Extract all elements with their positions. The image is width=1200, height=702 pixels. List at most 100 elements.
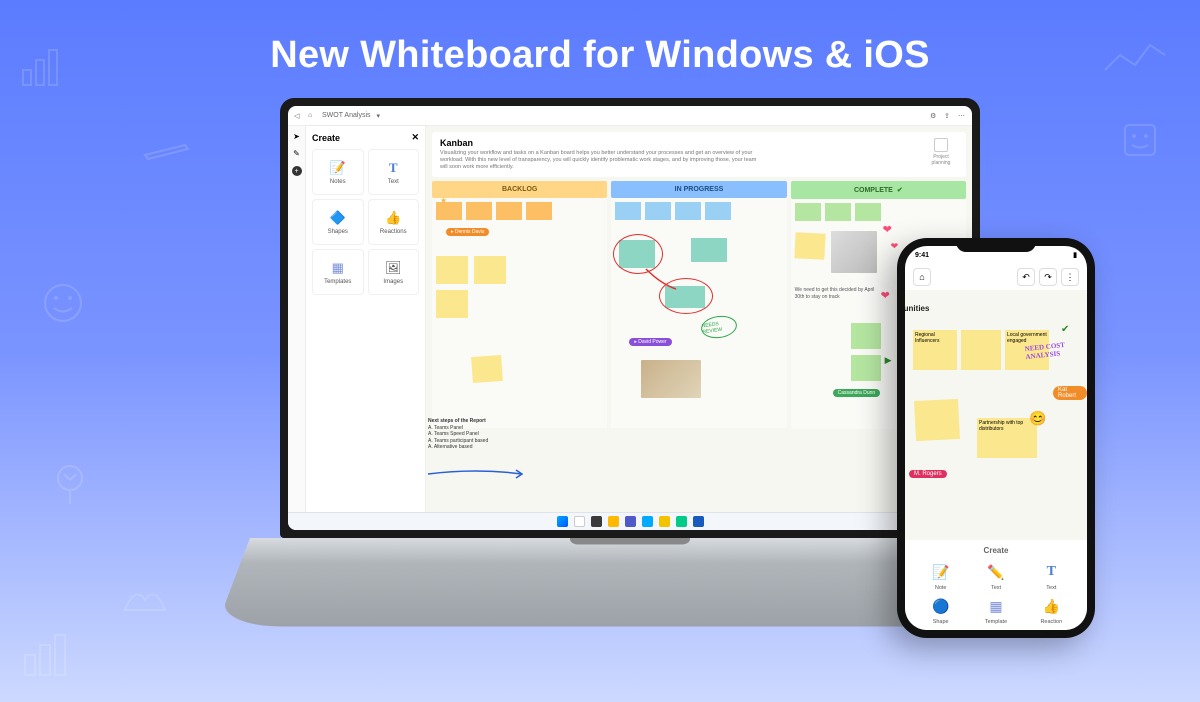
back-icon[interactable]: ◁	[294, 112, 302, 120]
more-icon[interactable]: ⋯	[958, 112, 966, 120]
col-header-complete: COMPLETE	[791, 181, 966, 199]
app-titlebar: ◁ ⌂ SWOT Analysis ▾ ⚙ ⇪ ⋯	[288, 106, 972, 126]
triangle-icon: ▶	[885, 355, 892, 366]
shape-icon: 🔵	[930, 595, 952, 617]
phone-create-note[interactable]: 📝Note	[915, 561, 966, 591]
text-icon: T	[1040, 561, 1062, 583]
folder-icon[interactable]	[659, 516, 670, 527]
sticky-note[interactable]	[794, 233, 825, 261]
sticky-note[interactable]	[851, 355, 881, 381]
phone-canvas[interactable]: Opportunities Regional Influencers Local…	[905, 290, 1087, 540]
phone-create-template[interactable]: ▦Template	[970, 595, 1021, 625]
sticky-note[interactable]	[526, 202, 552, 220]
pen-tool-icon[interactable]: ✎	[293, 149, 300, 158]
create-panel-title: Create	[312, 133, 340, 143]
headline: New Whiteboard for Windows & iOS	[0, 0, 1200, 77]
sticky-note[interactable]	[466, 202, 492, 220]
sticky-note[interactable]	[496, 202, 522, 220]
template-header: Kanban Visualizing your workflow and tas…	[432, 132, 966, 177]
sticky-note[interactable]	[436, 290, 468, 318]
sticky-note[interactable]: Regional Influencers	[913, 330, 957, 370]
home-button[interactable]: ⌂	[913, 268, 931, 286]
start-icon[interactable]	[557, 516, 568, 527]
sticky-note[interactable]	[825, 203, 851, 221]
search-icon[interactable]	[574, 516, 585, 527]
home-icon[interactable]: ⌂	[308, 112, 316, 120]
more-button[interactable]: ⋮	[1061, 268, 1079, 286]
note-icon: 📝	[930, 561, 952, 583]
image-dog[interactable]	[831, 231, 877, 273]
notes-icon: 📝	[329, 159, 347, 177]
sticky-note[interactable]	[436, 256, 468, 284]
sticky-note[interactable]	[914, 399, 960, 441]
annotation-list: Next steps of the Report A. Teams Panel …	[428, 418, 488, 451]
phone-create-text[interactable]: TText	[1026, 561, 1077, 591]
word-icon[interactable]	[693, 516, 704, 527]
phone-create-reaction[interactable]: 👍Reaction	[1026, 595, 1077, 625]
sticky-note[interactable]	[851, 323, 881, 349]
category-icon	[934, 138, 948, 152]
edge-icon[interactable]	[676, 516, 687, 527]
phone-create-pen[interactable]: ✏️Text	[970, 561, 1021, 591]
user-pill-david[interactable]: ▸ David Power	[629, 338, 671, 346]
create-reactions[interactable]: 👍Reactions	[368, 199, 420, 245]
whiteboard-canvas[interactable]: Kanban Visualizing your workflow and tas…	[426, 126, 972, 512]
user-pill-cassandra[interactable]: Cassandra Dunn	[833, 389, 881, 397]
heart-icon: ❤	[881, 289, 890, 302]
teams-icon[interactable]	[625, 516, 636, 527]
col-header-backlog: BACKLOG	[432, 181, 607, 198]
dropdown-icon[interactable]: ▾	[377, 112, 381, 120]
pen-icon: ✏️	[985, 561, 1007, 583]
phone-create-panel: Create 📝Note ✏️Text TText 🔵Shape ▦Templa…	[905, 540, 1087, 630]
sticky-note[interactable]: Partnership with top distributors	[977, 418, 1037, 458]
taskview-icon[interactable]	[591, 516, 602, 527]
templates-icon: ▦	[329, 259, 347, 277]
create-templates[interactable]: ▦Templates	[312, 249, 364, 295]
user-pill-dennis[interactable]: ▸ Dennis Davis	[446, 228, 489, 236]
sticky-note[interactable]	[471, 355, 503, 383]
image-elephant[interactable]	[641, 360, 701, 398]
user-pill-kat[interactable]: Kat Robert	[1053, 386, 1087, 400]
create-images[interactable]: 🖼Images	[368, 249, 420, 295]
sticky-note[interactable]	[645, 202, 671, 220]
close-panel-icon[interactable]: ✕	[411, 132, 419, 143]
reactions-icon: 👍	[384, 209, 402, 227]
kanban-board: BACKLOG ★ ▸ Dennis Davis	[432, 181, 966, 429]
create-text[interactable]: TText	[368, 149, 420, 195]
sticky-note[interactable]	[691, 238, 727, 262]
sticky-note[interactable]	[795, 203, 821, 221]
cursor-tool-icon[interactable]: ➤	[293, 132, 300, 141]
user-pill-rogers[interactable]: M. Rogers	[909, 470, 947, 478]
phone-create-shape[interactable]: 🔵Shape	[915, 595, 966, 625]
template-description: Visualizing your workflow and tasks on a…	[440, 150, 760, 171]
redo-button[interactable]: ↷	[1039, 268, 1057, 286]
reaction-icon: 👍	[1040, 595, 1062, 617]
whiteboard-app-window: ◁ ⌂ SWOT Analysis ▾ ⚙ ⇪ ⋯ ➤ ✎ +	[288, 106, 972, 530]
template-title: Kanban	[440, 138, 760, 148]
sticky-note[interactable]	[474, 256, 506, 284]
sticky-note[interactable]	[961, 330, 1001, 370]
smile-emoji-icon: 😊	[1029, 410, 1046, 427]
add-tool-icon[interactable]: +	[292, 166, 302, 176]
share-icon[interactable]: ⇪	[944, 112, 952, 120]
skype-icon[interactable]	[642, 516, 653, 527]
phone-create-title: Create	[915, 546, 1077, 555]
check-icon: ✔	[1061, 324, 1069, 335]
text-icon: T	[384, 159, 402, 177]
create-shapes[interactable]: 🔷Shapes	[312, 199, 364, 245]
sticky-note[interactable]	[705, 202, 731, 220]
sticky-note[interactable]	[675, 202, 701, 220]
sticky-note[interactable]	[855, 203, 881, 221]
kanban-col-progress: IN PROGRESS	[611, 181, 786, 429]
section-title: Opportunities	[905, 304, 929, 313]
star-icon: ★	[440, 196, 447, 205]
undo-button[interactable]: ↶	[1017, 268, 1035, 286]
explorer-icon[interactable]	[608, 516, 619, 527]
heart-icon: ❤	[883, 223, 892, 236]
sticky-note[interactable]	[615, 202, 641, 220]
phone-battery-icon: ▮	[1073, 251, 1077, 259]
windows-taskbar	[288, 512, 972, 530]
create-notes[interactable]: 📝Notes	[312, 149, 364, 195]
settings-icon[interactable]: ⚙	[930, 112, 938, 120]
whiteboard-mobile-app: 9:41 ▮ ⌂ ↶ ↷ ⋮ Opportunities Regional In…	[905, 246, 1087, 630]
